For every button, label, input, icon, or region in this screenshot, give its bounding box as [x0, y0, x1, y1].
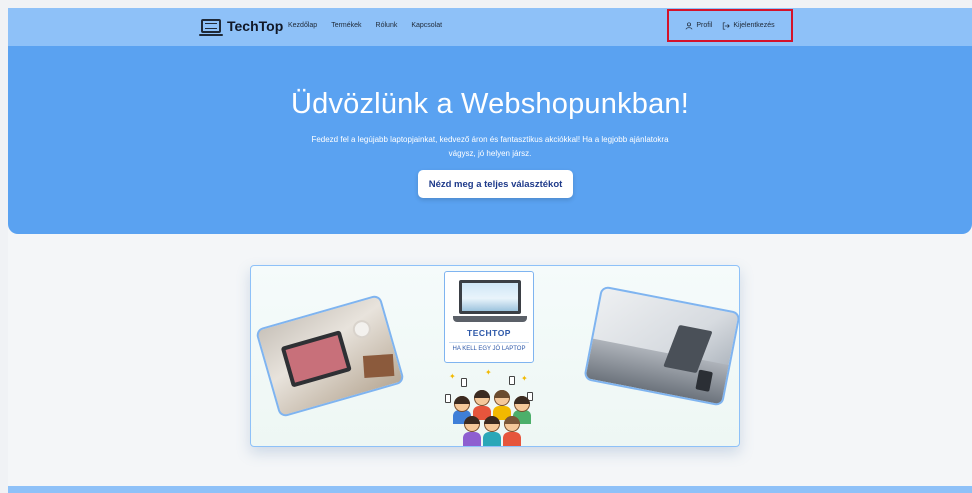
office-desk-photo [583, 285, 739, 407]
profile-label: Profil [696, 22, 713, 29]
logout-link[interactable]: Kijelentkezés [722, 21, 775, 30]
brand-name: TechTop [227, 18, 284, 34]
logo-slogan: HA KELL EGY JÓ LAPTOP [449, 342, 529, 352]
nav-links: Kezdőlap Termékek Rólunk Kapcsolat [288, 22, 442, 29]
laptop-illustration [459, 280, 521, 314]
browse-products-button[interactable]: Nézd meg a teljes választékot [418, 170, 573, 198]
logo-name: TECHTOP [467, 328, 511, 338]
nav-link-contact[interactable]: Kapcsolat [411, 22, 442, 29]
hero-title: Üdvözlünk a Webshopunkban! [290, 88, 690, 120]
hero-subtitle: Fedezd fel a legújabb laptopjainkat, ked… [311, 135, 669, 158]
techtop-logo-card: TECHTOP HA KELL EGY JÓ LAPTOP [444, 271, 534, 363]
profile-link[interactable]: Profil [685, 21, 713, 30]
laptop-desk-photo [254, 293, 406, 419]
navbar: TechTop Kezdőlap Termékek Rólunk Kapcsol… [8, 8, 972, 46]
user-icon [685, 21, 693, 30]
showcase-banner: TECHTOP HA KELL EGY JÓ LAPTOP ✦ ✦ ✦ [250, 265, 740, 447]
laptop-icon [199, 19, 223, 36]
brand-logo[interactable]: TechTop [199, 18, 284, 36]
nav-link-about[interactable]: Rólunk [376, 22, 398, 29]
footer-strip [8, 486, 972, 493]
hero-banner: Üdvözlünk a Webshopunkban! Fedezd fel a … [8, 46, 972, 234]
nav-link-products[interactable]: Termékek [331, 22, 361, 29]
page: TechTop Kezdőlap Termékek Rólunk Kapcsol… [8, 8, 972, 493]
logout-label: Kijelentkezés [733, 22, 775, 29]
nav-link-home[interactable]: Kezdőlap [288, 22, 317, 29]
crowd-illustration: ✦ ✦ ✦ [439, 368, 539, 446]
account-menu: Profil Kijelentkezés [667, 9, 793, 42]
logout-icon [723, 21, 731, 30]
